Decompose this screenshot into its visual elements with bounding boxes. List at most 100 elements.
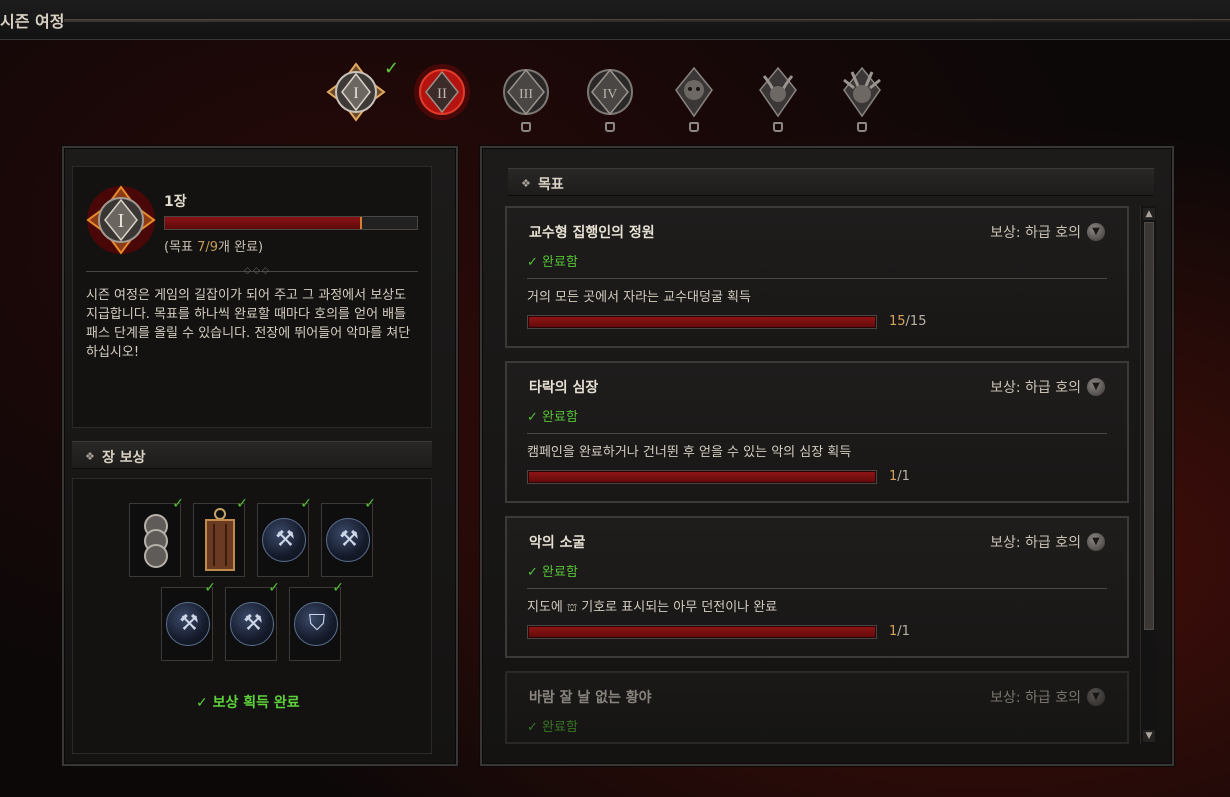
axe-transmog-icon: ⚒: [326, 518, 370, 562]
objectives-header-label: 목표: [538, 177, 564, 193]
objective-status: ✓ 완료함: [527, 720, 578, 735]
description-prefix: 지도에: [527, 600, 568, 615]
chapter-3-emblem[interactable]: III: [496, 62, 556, 132]
chapter-name: 1장: [164, 194, 187, 210]
chapter-1-check-icon: ✓: [384, 58, 400, 79]
reward-check-icon: ✓: [204, 580, 216, 596]
scroll-thumb[interactable]: [1144, 222, 1154, 630]
reward-check-icon: ✓: [300, 496, 312, 512]
objective-count: 1/1: [889, 624, 910, 639]
reward-check-icon: ✓: [364, 496, 376, 512]
lantern-icon: [205, 508, 235, 571]
objective-reward: 보상: 하급 호의: [990, 535, 1081, 551]
reward-check-icon: ✓: [236, 496, 248, 512]
rewards-claimed-label: ✓ 보상 획득 완료: [196, 695, 300, 711]
chapter-1-icon: I: [326, 62, 386, 122]
title-bar: 시즌 여정: [0, 0, 1230, 40]
svg-text:IV: IV: [603, 87, 618, 102]
reward-check-icon: ✓: [268, 580, 280, 596]
objective-progress-bar: [527, 470, 877, 484]
chapter-selector: I ✓ II III IV: [318, 54, 908, 144]
count-current: 15: [889, 314, 906, 329]
objective-reward: 보상: 하급 호의: [990, 225, 1081, 241]
objectives-header: ❖ 목표: [508, 168, 1154, 196]
favor-icon: ▼: [1087, 223, 1105, 241]
axe-transmog-icon: ⚒: [166, 602, 210, 646]
scroll-down-icon[interactable]: ▼: [1143, 730, 1155, 742]
favor-icon: ▼: [1087, 378, 1105, 396]
reward-check-icon: ✓: [332, 580, 344, 596]
divider-ornament-icon: ◇◇◇: [244, 266, 271, 276]
axe-transmog-icon: ⚒: [230, 602, 274, 646]
chapter-progress-bar: [164, 216, 418, 230]
chapter-3-icon: III: [503, 68, 549, 116]
objective-description: 거의 모든 곳에서 자라는 교수대덩굴 획득: [527, 290, 751, 305]
objective-title: 교수형 집행인의 정원: [529, 225, 655, 241]
objective-status: ✓ 완료함: [527, 410, 578, 425]
count-total: /1: [897, 469, 910, 484]
objective-card[interactable]: 악의 소굴 보상: 하급 호의 ▼ ✓ 완료함 지도에 ⛫ 기호로 표시되는 아…: [505, 516, 1129, 658]
scroll-up-icon[interactable]: ▲: [1143, 208, 1155, 220]
svg-text:II: II: [437, 86, 447, 102]
horned-demon-icon: [759, 66, 797, 118]
objective-divider: [527, 588, 1107, 589]
objective-description: 지도에 ⛫ 기호로 표시되는 아무 던전이나 완료: [527, 596, 777, 616]
reward-axe[interactable]: ⚒ ✓: [321, 496, 376, 577]
objective-progress-bar: [527, 625, 877, 639]
progress-value: 7/9: [197, 240, 219, 255]
chapter-5-emblem[interactable]: [664, 62, 724, 132]
chapter-2-icon: II: [414, 64, 470, 120]
chapter-progress-text: (목표 7/9개 완료): [164, 236, 263, 255]
objective-status: ✓ 완료함: [527, 565, 578, 580]
svg-text:III: III: [519, 87, 533, 102]
section-diamond-icon: ❖: [85, 450, 95, 463]
objective-card[interactable]: 타락의 심장 보상: 하급 호의 ▼ ✓ 완료함 캠페인을 완료하거나 건너뛴 …: [505, 361, 1129, 503]
progress-suffix: 개 완료): [218, 240, 264, 255]
progress-prefix: (목표: [164, 240, 198, 255]
demon-lord-icon: [843, 66, 881, 118]
objective-reward: 보상: 하급 호의: [990, 690, 1081, 706]
dungeon-icon: ⛫: [567, 601, 578, 614]
rewards-header: ❖ 장 보상: [72, 441, 432, 469]
lock-icon: [857, 122, 867, 132]
demon-skull-icon: [675, 66, 713, 118]
objective-divider: [527, 433, 1107, 434]
objective-title: 바람 잘 날 없는 황야: [529, 690, 652, 706]
objective-divider: [527, 278, 1107, 279]
objective-reward: 보상: 하급 호의: [990, 380, 1081, 396]
objective-progress-fill: [528, 626, 876, 638]
objective-progress-bar: [527, 315, 877, 329]
lock-icon: [773, 122, 783, 132]
title-rule: [64, 19, 1230, 22]
count-total: /15: [905, 314, 927, 329]
svg-text:I: I: [353, 85, 358, 102]
reward-axe[interactable]: ⚒ ✓: [225, 580, 280, 661]
chapter-4-icon: IV: [587, 68, 633, 116]
reward-shield[interactable]: ⛉ ✓: [289, 580, 344, 661]
chapter-1-emblem[interactable]: I ✓: [326, 58, 399, 122]
objective-card[interactable]: 바람 잘 날 없는 황야 보상: 하급 호의 ▼ ✓ 완료함: [505, 671, 1129, 744]
reward-check-icon: ✓: [172, 496, 184, 512]
reward-axe[interactable]: ⚒ ✓: [161, 580, 216, 661]
chapter-6-emblem[interactable]: [748, 62, 808, 132]
description-suffix: 기호로 표시되는 아무 던전이나 완료: [577, 600, 778, 615]
objectives-scrollbar[interactable]: ▲ ▼: [1140, 206, 1156, 744]
favor-icon: ▼: [1087, 688, 1105, 706]
count-total: /1: [897, 624, 910, 639]
svg-text:I: I: [118, 210, 125, 232]
reward-emotes[interactable]: ✓: [129, 496, 184, 577]
objective-count: 1/1: [889, 469, 910, 484]
chapter-7-emblem[interactable]: [832, 62, 892, 132]
objective-title: 악의 소굴: [529, 535, 586, 551]
reward-axe[interactable]: ⚒ ✓: [257, 496, 312, 577]
chapter-2-emblem[interactable]: II: [412, 62, 472, 122]
objective-description: 캠페인을 완료하거나 건너뛴 후 얻을 수 있는 악의 심장 획득: [527, 445, 852, 460]
reward-lantern[interactable]: ✓: [193, 496, 248, 577]
chapter-description: 시즌 여정은 게임의 길잡이가 되어 주고 그 과정에서 보상도 지급합니다. …: [86, 288, 411, 360]
objective-progress-fill: [528, 471, 876, 483]
window-title: 시즌 여정: [0, 12, 65, 31]
chapter-badge-icon: I: [86, 185, 156, 255]
chapter-4-emblem[interactable]: IV: [580, 62, 640, 132]
favor-icon: ▼: [1087, 533, 1105, 551]
objective-card[interactable]: 교수형 집행인의 정원 보상: 하급 호의 ▼ ✓ 완료함 거의 모든 곳에서 …: [505, 206, 1129, 348]
